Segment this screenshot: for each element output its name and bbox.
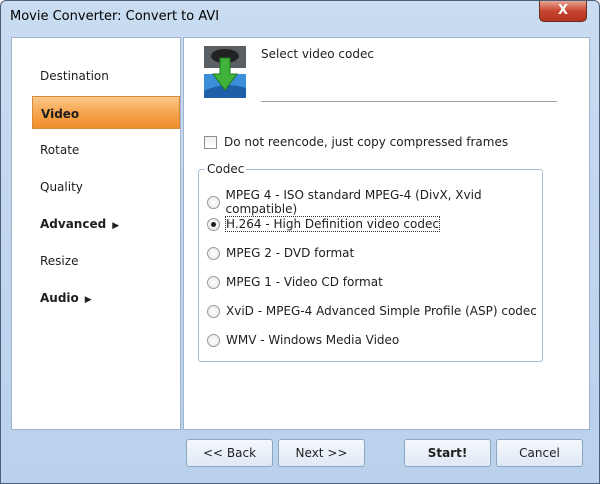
close-button[interactable]: X [539,1,587,22]
sidebar-item-label: Audio [40,291,79,305]
checkbox-label: Do not reencode, just copy compressed fr… [224,135,509,149]
sidebar-item-advanced[interactable]: Advanced ▶ [40,217,119,231]
video-convert-icon [204,46,246,98]
cancel-button[interactable]: Cancel [496,439,583,467]
start-button[interactable]: Start! [404,439,491,467]
radio-label: XviD - MPEG-4 Advanced Simple Profile (A… [226,304,537,318]
heading-divider [261,101,557,102]
codec-option-h264[interactable]: H.264 - High Definition video codec [207,216,440,232]
sidebar-item-label: Advanced [40,217,107,231]
sidebar-item-resize[interactable]: Resize [40,254,78,268]
sidebar-item-video[interactable]: Video [32,96,180,129]
submenu-arrow-icon: ▶ [84,295,92,305]
dialog-window: Movie Converter: Convert to AVI X Destin… [0,0,600,484]
radio-button[interactable] [207,195,220,209]
radio-button[interactable] [207,275,220,289]
back-button[interactable]: << Back [186,439,273,467]
sidebar: Destination Video Rotate Quality Advance… [11,37,181,430]
sidebar-item-rotate[interactable]: Rotate [40,143,79,157]
main-panel: Select video codec Do not reencode, just… [183,37,590,430]
window-title: Movie Converter: Convert to AVI [10,9,220,24]
radio-label: H.264 - High Definition video codec [225,216,440,232]
codec-option-xvid[interactable]: XviD - MPEG-4 Advanced Simple Profile (A… [207,304,537,318]
submenu-arrow-icon: ▶ [112,221,120,231]
page-heading: Select video codec [261,47,374,61]
checkbox-box[interactable] [204,135,217,149]
codec-group-label: Codec [205,162,247,176]
radio-label: MPEG 1 - Video CD format [226,275,383,289]
radio-button[interactable] [207,246,220,260]
radio-label: MPEG 4 - ISO standard MPEG-4 (DivX, Xvid… [225,188,482,216]
radio-button[interactable] [207,304,220,318]
codec-option-mpeg2[interactable]: MPEG 2 - DVD format [207,246,354,260]
radio-label: MPEG 2 - DVD format [226,246,355,260]
copy-frames-checkbox[interactable]: Do not reencode, just copy compressed fr… [204,135,508,149]
radio-button[interactable] [207,333,220,347]
radio-label: WMV - Windows Media Video [226,333,400,347]
codec-groupbox: Codec MPEG 4 - ISO standard MPEG-4 (DivX… [198,162,543,362]
codec-option-mpeg4[interactable]: MPEG 4 - ISO standard MPEG-4 (DivX, Xvid… [207,188,542,216]
sidebar-item-audio[interactable]: Audio ▶ [40,291,92,305]
radio-button-selected[interactable] [207,217,220,231]
codec-option-mpeg1[interactable]: MPEG 1 - Video CD format [207,275,383,289]
sidebar-item-quality[interactable]: Quality [40,180,83,194]
codec-option-wmv[interactable]: WMV - Windows Media Video [207,333,399,347]
next-button[interactable]: Next >> [278,439,365,467]
sidebar-item-destination[interactable]: Destination [40,69,109,83]
